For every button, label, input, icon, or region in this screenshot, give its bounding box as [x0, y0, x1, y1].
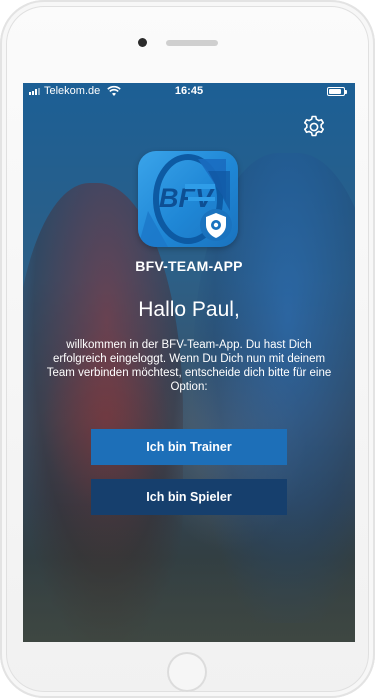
front-camera	[138, 38, 147, 47]
trainer-button[interactable]: Ich bin Trainer	[91, 429, 287, 465]
greeting-heading: Hallo Paul,	[138, 298, 240, 321]
earpiece-speaker	[166, 40, 218, 46]
bfv-logo-graphic: BFV	[138, 154, 232, 247]
app-screen: Telekom.de 16:45 BFV BFV-TEAM-APP Hallo …	[23, 83, 355, 642]
app-logo: BFV	[138, 151, 238, 247]
app-name: BFV-TEAM-APP	[135, 258, 243, 274]
status-bar: Telekom.de 16:45	[23, 83, 355, 101]
player-button[interactable]: Ich bin Spieler	[91, 479, 287, 515]
battery-level	[329, 89, 341, 94]
gear-icon[interactable]	[301, 114, 327, 140]
battery-icon	[327, 87, 347, 96]
home-button[interactable]	[167, 652, 207, 692]
background-pitch	[23, 503, 355, 642]
status-time: 16:45	[174, 85, 204, 97]
welcome-message: willkommen in der BFV-Team-App. Du hast …	[46, 339, 332, 393]
phone-frame: Telekom.de 16:45 BFV BFV-TEAM-APP Hallo …	[0, 0, 375, 698]
